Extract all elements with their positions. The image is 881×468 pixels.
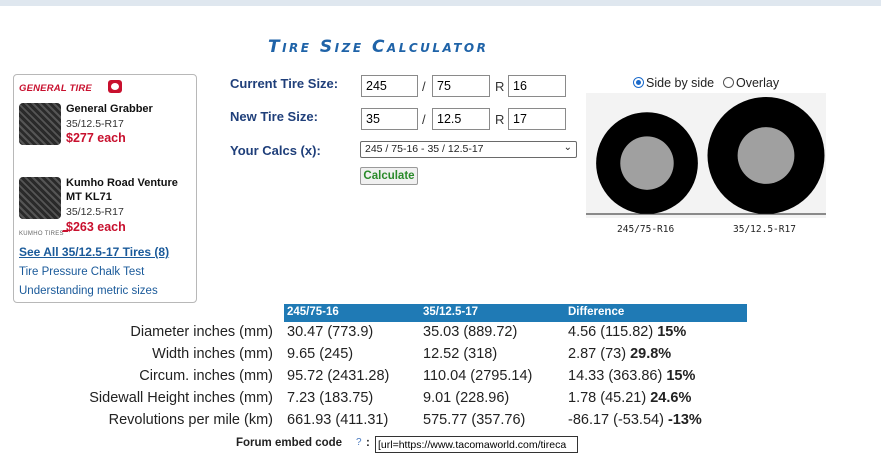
calculate-button[interactable]: Calculate [360, 167, 418, 185]
forum-embed-code-label: Forum embed code [236, 437, 343, 449]
current-ratio-input[interactable] [432, 75, 490, 97]
current-value: 7.23 (183.75) [287, 390, 374, 406]
calcs-selected-value: 245 / 75-16 - 35 / 12.5-17 [365, 143, 484, 155]
general-grabber-tire-image[interactable] [19, 103, 61, 145]
kumho-road-venture-tire-image[interactable] [19, 177, 61, 219]
current-value: 9.65 (245) [287, 346, 354, 362]
tire-2-caption: 35/12.5-R17 [733, 224, 796, 235]
forum-embed-code-input[interactable] [375, 436, 578, 453]
understanding-metric-sizes-link[interactable]: Understanding metric sizes [19, 285, 158, 297]
your-calcs-label: Your Calcs (x): [230, 143, 321, 158]
row-label: Revolutions per mile (km) [108, 412, 273, 428]
slash-separator: / [422, 112, 426, 127]
results-header-new: 35/12.5-17 [423, 306, 478, 318]
chevron-down-icon: ⌄ [563, 142, 572, 153]
new-value: 35.03 (889.72) [423, 324, 518, 340]
product-name-general-grabber[interactable]: General Grabber [66, 103, 153, 116]
difference-percent: 15% [666, 368, 696, 384]
current-rim-input[interactable] [508, 75, 566, 97]
new-ratio-input[interactable] [432, 108, 490, 130]
top-bar [0, 0, 881, 6]
rim-separator: R [495, 112, 505, 127]
overlay-radio[interactable] [723, 77, 734, 88]
difference-percent: -13% [667, 412, 702, 428]
kumho-tires-logo[interactable]: KUMHO TIRES [19, 231, 64, 237]
product-price: $263 each [66, 220, 126, 234]
difference-percent: 15% [657, 324, 687, 340]
slash-separator: / [422, 79, 426, 94]
difference-percent: 29.8% [630, 346, 672, 362]
new-tire-size-label: New Tire Size: [230, 109, 318, 124]
new-width-input[interactable] [361, 108, 418, 130]
difference-value: -86.17 (-53.54) -13% [568, 412, 702, 428]
row-label: Width inches (mm) [152, 346, 273, 362]
product-price: $277 each [66, 131, 126, 145]
row-label: Diameter inches (mm) [130, 324, 273, 340]
overlay-label[interactable]: Overlay [736, 76, 779, 90]
difference-amount: 2.87 (73) [568, 346, 627, 362]
see-all-tires-link[interactable]: See All 35/12.5-17 Tires (8) [19, 245, 169, 259]
tire-1-caption: 245/75-R16 [617, 224, 675, 235]
product-size: 35/12.5-R17 [66, 118, 124, 130]
general-tire-logo[interactable]: GENERAL TIRE [19, 83, 92, 94]
tire-ad-box: GENERAL TIRE General Grabber 35/12.5-R17… [13, 74, 197, 303]
results-header-difference: Difference [568, 306, 625, 318]
calcs-select[interactable]: 245 / 75-16 - 35 / 12.5-17 ⌄ [360, 141, 577, 158]
difference-value: 14.33 (363.86) 15% [568, 368, 695, 384]
side-by-side-radio[interactable] [633, 77, 644, 88]
product-name-kumho-line2[interactable]: MT KL71 [66, 191, 112, 204]
new-value: 9.01 (228.96) [423, 390, 510, 406]
embed-colon: : [366, 437, 370, 449]
difference-value: 2.87 (73) 29.8% [568, 346, 671, 362]
difference-percent: 24.6% [650, 390, 692, 406]
current-value: 661.93 (411.31) [287, 412, 389, 428]
row-label: Sidewall Height inches (mm) [89, 390, 273, 406]
results-header-current: 245/75-16 [287, 306, 339, 318]
new-rim-input[interactable] [508, 108, 566, 130]
tire-1-rim [620, 136, 674, 190]
general-tire-badge-icon [108, 80, 122, 93]
side-by-side-label[interactable]: Side by side [646, 76, 714, 90]
product-size: 35/12.5-R17 [66, 206, 124, 218]
tire-pressure-chalk-test-link[interactable]: Tire Pressure Chalk Test [19, 266, 144, 278]
help-icon[interactable]: ? [356, 437, 362, 448]
page-title: Tire Size Calculator [268, 37, 489, 57]
results-header-bar [284, 304, 747, 322]
difference-amount: 1.78 (45.21) [568, 390, 647, 406]
current-value: 30.47 (773.9) [287, 324, 374, 340]
tire-diagram-svg [586, 97, 826, 215]
rim-separator: R [495, 79, 505, 94]
difference-value: 4.56 (115.82) 15% [568, 324, 686, 340]
product-name-kumho-line1[interactable]: Kumho Road Venture [66, 177, 178, 190]
tire-2-rim [737, 127, 795, 184]
difference-amount: 4.56 (115.82) [568, 324, 654, 340]
tire-comparison-diagram [586, 93, 826, 218]
difference-amount: 14.33 (363.86) [568, 368, 663, 384]
current-tire-size-label: Current Tire Size: [230, 76, 339, 91]
current-value: 95.72 (2431.28) [287, 368, 390, 384]
new-value: 110.04 (2795.14) [423, 368, 533, 384]
row-label: Circum. inches (mm) [139, 368, 273, 384]
difference-value: 1.78 (45.21) 24.6% [568, 390, 691, 406]
new-value: 575.77 (357.76) [423, 412, 526, 428]
difference-amount: -86.17 (-53.54) [568, 412, 664, 428]
current-width-input[interactable] [361, 75, 418, 97]
new-value: 12.52 (318) [423, 346, 498, 362]
